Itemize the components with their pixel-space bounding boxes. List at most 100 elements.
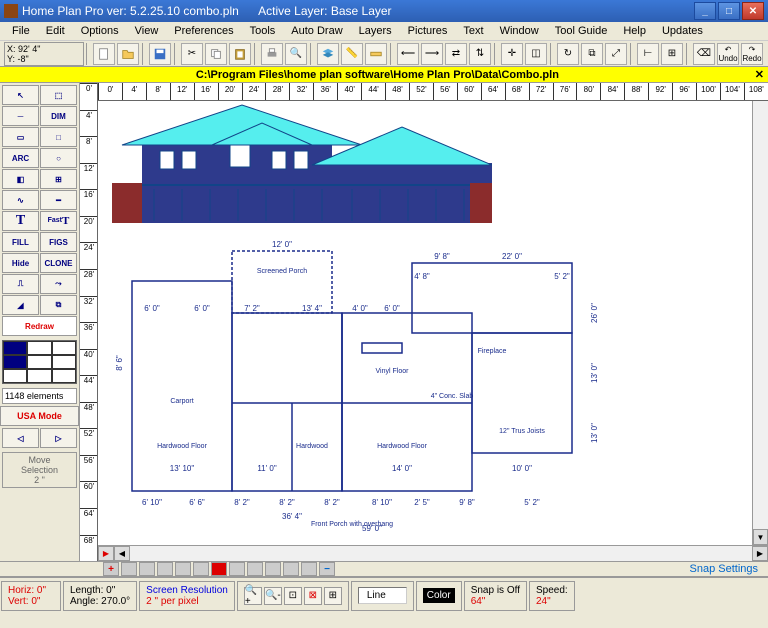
scroll-left-arrow[interactable]: ▶ bbox=[98, 546, 114, 561]
window-tool[interactable]: ⊞ bbox=[40, 169, 77, 189]
zoom-step-8[interactable] bbox=[265, 562, 281, 576]
save-button[interactable] bbox=[149, 43, 171, 65]
menu-window[interactable]: Window bbox=[492, 23, 547, 39]
door-tool[interactable]: ◧ bbox=[2, 169, 39, 189]
angle-tool[interactable]: ◢ bbox=[2, 295, 39, 315]
measure-button[interactable]: 📏 bbox=[341, 43, 363, 65]
nudge-left[interactable]: ◁ bbox=[2, 428, 39, 448]
menu-auto-draw[interactable]: Auto Draw bbox=[283, 23, 350, 39]
color-button[interactable]: Color bbox=[423, 588, 455, 603]
zoom-plus-button[interactable]: + bbox=[103, 562, 119, 576]
zoom-fit-button[interactable]: ⊡ bbox=[284, 587, 302, 605]
line-select[interactable]: Line bbox=[358, 587, 407, 604]
pathbar-close-icon[interactable]: ✕ bbox=[751, 68, 768, 81]
maximize-button[interactable]: □ bbox=[718, 2, 740, 20]
menu-tools[interactable]: Tools bbox=[242, 23, 284, 39]
flip-h-button[interactable]: ⇄ bbox=[445, 43, 467, 65]
horizontal-scrollbar[interactable]: ▶ ◀ ▶ bbox=[98, 545, 768, 561]
zoom-step-7[interactable] bbox=[247, 562, 263, 576]
swatch-white7[interactable] bbox=[52, 369, 76, 383]
marquee-tool[interactable]: ⬚ bbox=[40, 85, 77, 105]
zoom-out-button[interactable]: 🔍- bbox=[264, 587, 282, 605]
flip-v-button[interactable]: ⇅ bbox=[469, 43, 491, 65]
swatch-white3[interactable] bbox=[27, 355, 51, 369]
zoom-step-10[interactable] bbox=[301, 562, 317, 576]
nudge-right[interactable]: ▷ bbox=[40, 428, 77, 448]
figs-tool[interactable]: FIGS bbox=[40, 232, 77, 252]
zoom-minus-button[interactable]: − bbox=[319, 562, 335, 576]
redo-button[interactable]: ↷Redo bbox=[741, 43, 763, 65]
fast-text-tool[interactable]: FastT bbox=[40, 211, 77, 231]
zoom-in-button[interactable]: 🔍+ bbox=[244, 587, 262, 605]
fill-tool[interactable]: FILL bbox=[2, 232, 39, 252]
menu-file[interactable]: File bbox=[4, 23, 38, 39]
ruler-toggle-button[interactable] bbox=[365, 43, 387, 65]
menu-tool-guide[interactable]: Tool Guide bbox=[547, 23, 616, 39]
scroll-left-arrow2[interactable]: ◀ bbox=[114, 546, 130, 561]
eraser-button[interactable]: ⌫ bbox=[693, 43, 715, 65]
polyline-tool[interactable]: ⎍ bbox=[2, 274, 39, 294]
cut-button[interactable]: ✂ bbox=[181, 43, 203, 65]
zoom-current[interactable] bbox=[211, 562, 227, 576]
zoom-step-9[interactable] bbox=[283, 562, 299, 576]
print-button[interactable] bbox=[261, 43, 283, 65]
swatch-navy[interactable] bbox=[3, 341, 27, 355]
color-panel[interactable]: Color bbox=[416, 581, 462, 611]
rect-tool[interactable]: □ bbox=[40, 127, 77, 147]
menu-help[interactable]: Help bbox=[615, 23, 654, 39]
minimize-button[interactable]: _ bbox=[694, 2, 716, 20]
layer-button[interactable] bbox=[317, 43, 339, 65]
dim-tool-button[interactable]: ⊢ bbox=[637, 43, 659, 65]
new-file-button[interactable] bbox=[93, 43, 115, 65]
zoom-step-2[interactable] bbox=[139, 562, 155, 576]
close-button[interactable]: ✕ bbox=[742, 2, 764, 20]
swatch-navy2[interactable] bbox=[3, 355, 27, 369]
usa-mode-toggle[interactable]: USA Mode bbox=[0, 406, 79, 426]
menu-text[interactable]: Text bbox=[455, 23, 491, 39]
scroll-down-arrow[interactable]: ▼ bbox=[753, 529, 768, 545]
text-tool[interactable]: T bbox=[2, 211, 39, 231]
align-button[interactable]: ◫ bbox=[525, 43, 547, 65]
menu-preferences[interactable]: Preferences bbox=[166, 23, 241, 39]
copy-button[interactable] bbox=[205, 43, 227, 65]
zoom-step-1[interactable] bbox=[121, 562, 137, 576]
drawing-canvas[interactable]: 12' 0" 9' 8" 22' 0" 4' 8" 5' 2" 6' 0" 6'… bbox=[98, 83, 768, 561]
zoom-extents-button[interactable]: ⊞ bbox=[324, 587, 342, 605]
rect-open-tool[interactable]: ▭ bbox=[2, 127, 39, 147]
bezier-tool[interactable]: ⤳ bbox=[40, 274, 77, 294]
line-tool[interactable]: ─ bbox=[2, 106, 39, 126]
snap-right-button[interactable]: ⟶ bbox=[421, 43, 443, 65]
swatch-white[interactable] bbox=[27, 341, 51, 355]
select-tool[interactable]: ↖ bbox=[2, 85, 39, 105]
circle-tool[interactable]: ○ bbox=[40, 148, 77, 168]
open-file-button[interactable] bbox=[117, 43, 139, 65]
hide-tool[interactable]: Hide bbox=[2, 253, 39, 273]
redraw-button[interactable]: Redraw bbox=[2, 316, 77, 336]
vertical-scrollbar[interactable]: ▲ ▼ bbox=[752, 83, 768, 545]
snap-settings-link[interactable]: Snap Settings bbox=[684, 563, 765, 575]
preview-button[interactable]: 🔍 bbox=[285, 43, 307, 65]
group-button[interactable]: ⊞ bbox=[661, 43, 683, 65]
menu-updates[interactable]: Updates bbox=[654, 23, 711, 39]
center-button[interactable]: ✛ bbox=[501, 43, 523, 65]
zoom-step-5[interactable] bbox=[193, 562, 209, 576]
stairs-tool[interactable]: ⧉ bbox=[40, 295, 77, 315]
rotate-button[interactable]: ↻ bbox=[557, 43, 579, 65]
wall-tool[interactable]: ━ bbox=[40, 190, 77, 210]
swatch-white5[interactable] bbox=[3, 369, 27, 383]
swatch-white6[interactable] bbox=[27, 369, 51, 383]
move-selection-panel[interactable]: Move Selection 2 " bbox=[2, 452, 77, 488]
linetype-panel[interactable]: Line bbox=[351, 581, 414, 611]
arc-tool[interactable]: ARC bbox=[2, 148, 39, 168]
scroll-right-arrow[interactable]: ▶ bbox=[752, 546, 768, 561]
menu-options[interactable]: Options bbox=[73, 23, 127, 39]
clone-tool[interactable]: CLONE bbox=[40, 253, 77, 273]
undo-button[interactable]: ↶Undo bbox=[717, 43, 739, 65]
curve-tool[interactable]: ∿ bbox=[2, 190, 39, 210]
menu-pictures[interactable]: Pictures bbox=[400, 23, 456, 39]
zoom-step-3[interactable] bbox=[157, 562, 173, 576]
zoom-window-button[interactable]: ⊠ bbox=[304, 587, 322, 605]
zoom-step-6[interactable] bbox=[229, 562, 245, 576]
menu-view[interactable]: View bbox=[127, 23, 167, 39]
zoom-step-4[interactable] bbox=[175, 562, 191, 576]
